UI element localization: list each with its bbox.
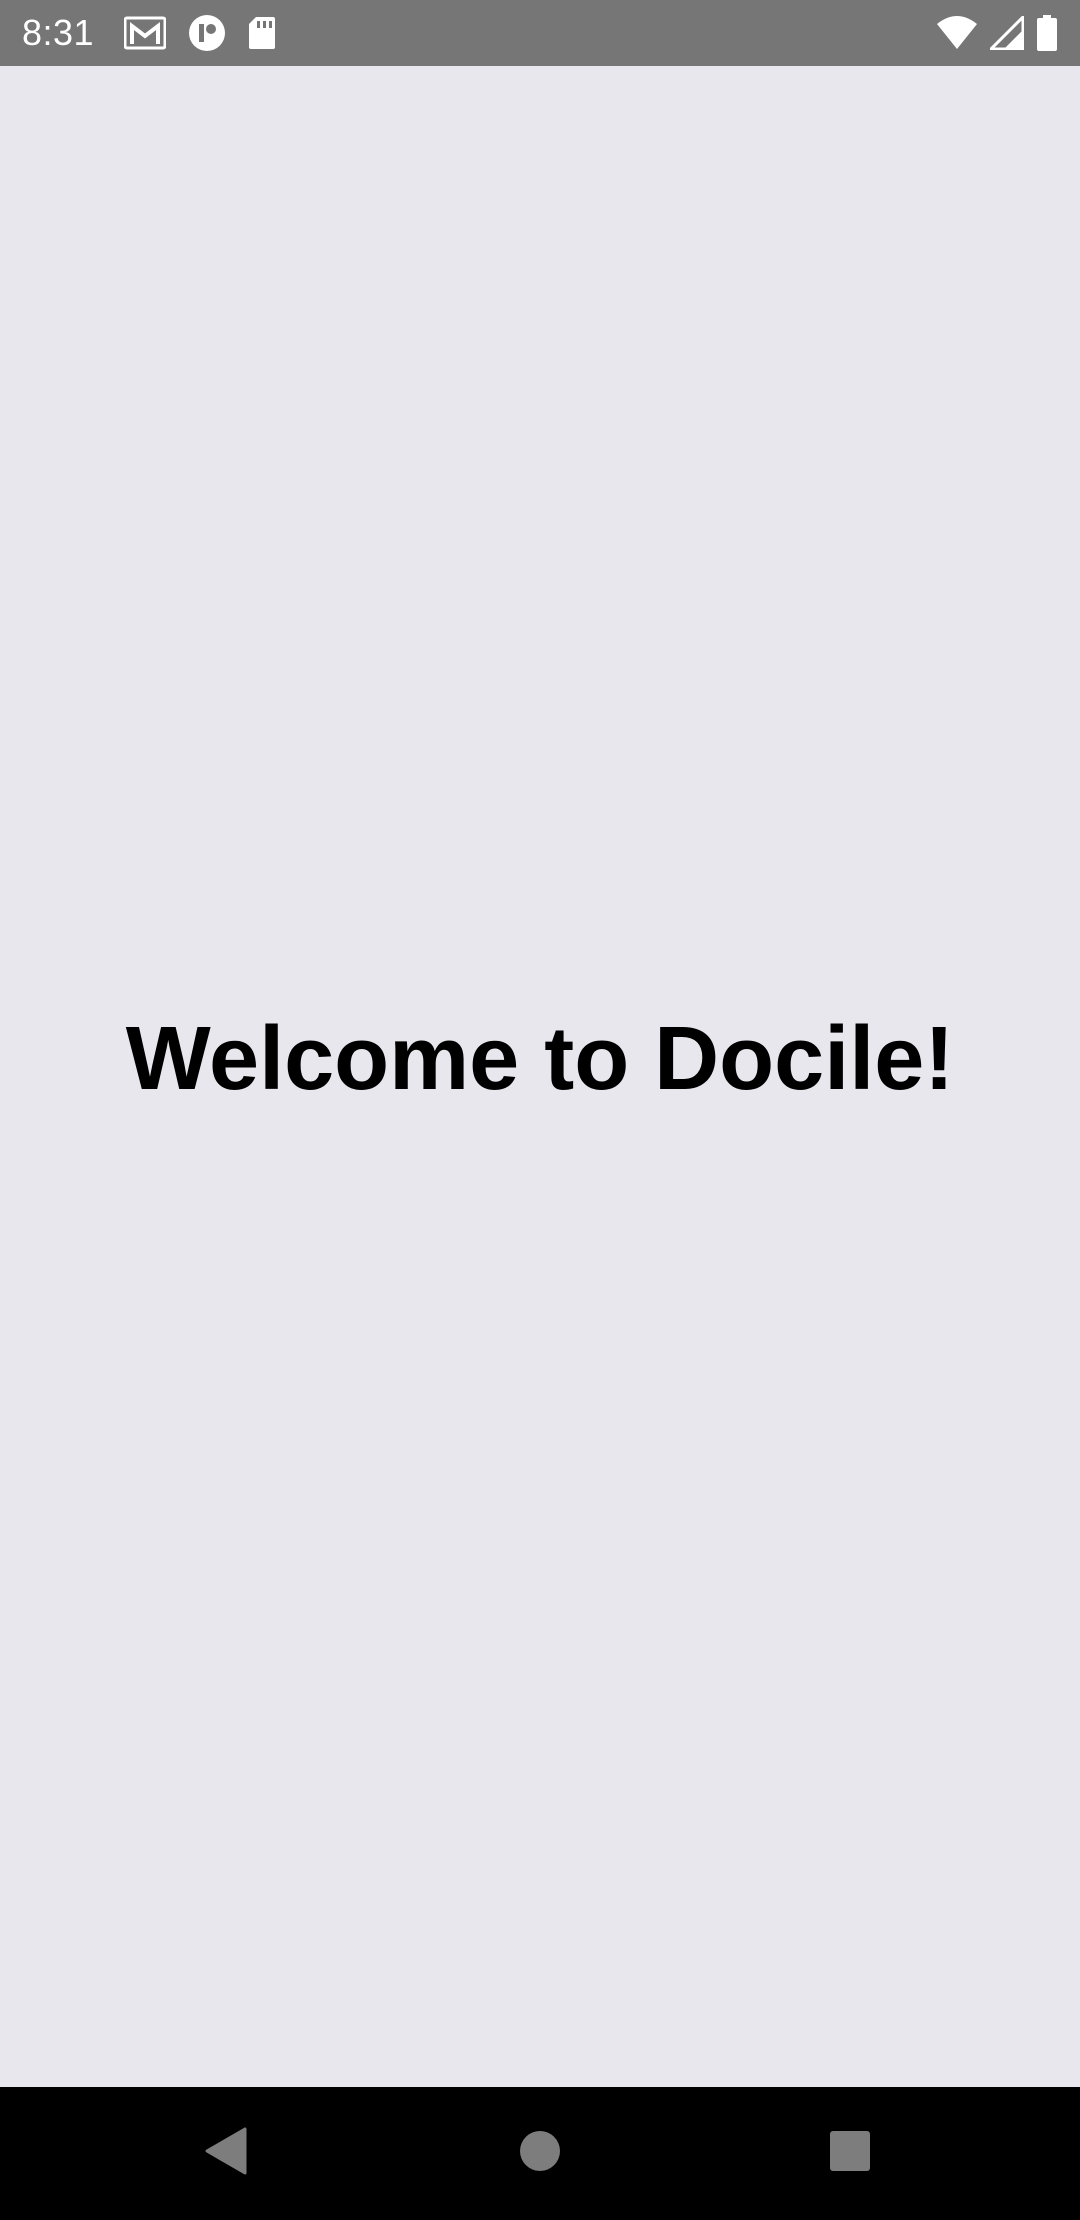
recents-button[interactable] [770,2087,930,2220]
home-button[interactable] [460,2087,620,2220]
sd-card-icon [248,16,276,50]
navigation-bar [0,2087,1080,2220]
back-button[interactable] [145,2087,305,2220]
status-right-group [924,15,1058,51]
gmail-icon [124,16,167,50]
battery-icon [1036,15,1058,51]
welcome-heading: Welcome to Docile! [125,1009,955,1109]
status-time: 8:31 [22,12,95,53]
recents-icon [829,2130,871,2177]
cell-signal-icon [990,16,1024,50]
status-bar: 8:31 [0,0,1080,66]
status-left-group: 8:31 [22,12,298,54]
back-icon [203,2127,247,2180]
wifi-icon [936,16,978,50]
home-icon [519,2130,561,2177]
app-notification-icon [188,14,226,52]
